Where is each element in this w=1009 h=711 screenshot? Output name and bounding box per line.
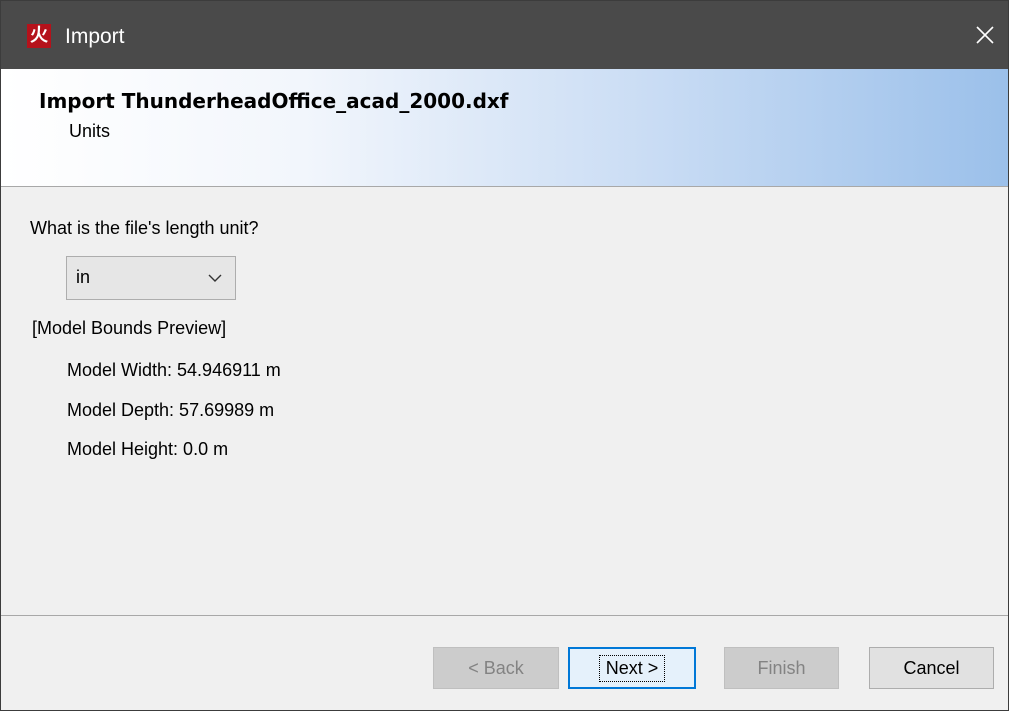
wizard-title: Import ThunderheadOffice_acad_2000.dxf — [39, 89, 509, 113]
title-bar[interactable]: 火 Import — [1, 1, 1008, 69]
finish-button[interactable]: Finish — [724, 647, 839, 689]
window-title: Import — [65, 25, 125, 48]
next-button[interactable]: Next > — [568, 647, 696, 689]
next-button-label: Next > — [598, 654, 666, 682]
length-unit-question: What is the file's length unit? — [30, 218, 259, 238]
cancel-button[interactable]: Cancel — [869, 647, 994, 689]
app-logo-icon: 火 — [27, 24, 51, 48]
model-height-readout: Model Height: 0.0 m — [67, 439, 229, 459]
wizard-step-name: Units — [69, 121, 111, 141]
length-unit-value: in — [76, 267, 91, 287]
wizard-content: What is the file's length unit? in [Mode… — [1, 187, 1008, 615]
close-button[interactable] — [962, 1, 1008, 69]
import-dialog: 火 Import Import ThunderheadOffice_acad_2… — [0, 0, 1009, 711]
back-button[interactable]: < Back — [433, 647, 559, 689]
model-width-readout: Model Width: 54.946911 m — [67, 360, 281, 380]
close-icon — [976, 26, 994, 44]
length-unit-select[interactable]: in — [66, 256, 236, 300]
model-bounds-heading: [Model Bounds Preview] — [32, 318, 227, 338]
wizard-footer: < Back Next > Finish Cancel — [1, 616, 1008, 710]
model-depth-readout: Model Depth: 57.69989 m — [67, 400, 275, 420]
chevron-down-icon — [208, 274, 222, 282]
wizard-header: Import ThunderheadOffice_acad_2000.dxf U… — [1, 69, 1008, 187]
